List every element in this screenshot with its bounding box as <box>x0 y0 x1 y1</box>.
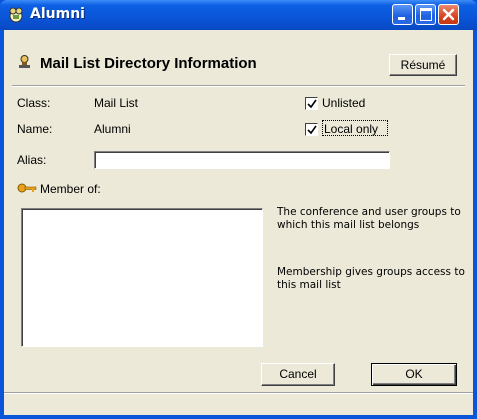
window-title: Alumni <box>30 6 85 22</box>
dialog-body: Mail List Directory Information Résumé C… <box>4 30 473 415</box>
member-of-list[interactable] <box>21 208 263 347</box>
key-icon <box>17 183 37 193</box>
local-only-checkbox[interactable] <box>305 123 318 136</box>
class-label: Class: <box>17 96 51 110</box>
dialog-window: Alumni Mail List Directory Information R… <box>0 0 477 419</box>
close-button[interactable] <box>438 4 459 25</box>
name-value: Alumni <box>94 122 131 136</box>
directory-info-icon <box>19 55 30 68</box>
maximize-button[interactable] <box>415 4 436 25</box>
checkmark-icon <box>307 125 317 135</box>
alias-input[interactable] <box>94 151 390 169</box>
class-value: Mail List <box>94 96 139 110</box>
member-help-text-1: The conference and user groups to which … <box>277 206 461 231</box>
status-bar-divider <box>4 392 473 394</box>
page-title: Mail List Directory Information <box>40 55 257 72</box>
ok-button[interactable]: OK <box>371 363 457 386</box>
cancel-button[interactable]: Cancel <box>261 363 335 386</box>
divider <box>12 85 465 87</box>
local-only-label[interactable]: Local only <box>324 122 378 136</box>
unlisted-checkbox[interactable] <box>305 97 318 110</box>
member-help-text-2: Membership gives groups access to this m… <box>277 266 465 291</box>
alias-label: Alias: <box>17 153 47 167</box>
title-bar[interactable]: Alumni <box>0 0 477 30</box>
minimize-button[interactable] <box>392 4 413 25</box>
close-icon <box>442 8 455 21</box>
name-label: Name: <box>17 122 53 136</box>
mail-list-app-icon <box>9 7 23 23</box>
member-of-label: Member of: <box>40 182 101 196</box>
unlisted-label[interactable]: Unlisted <box>322 96 365 110</box>
resume-button[interactable]: Résumé <box>389 54 457 76</box>
checkmark-icon <box>307 99 317 109</box>
